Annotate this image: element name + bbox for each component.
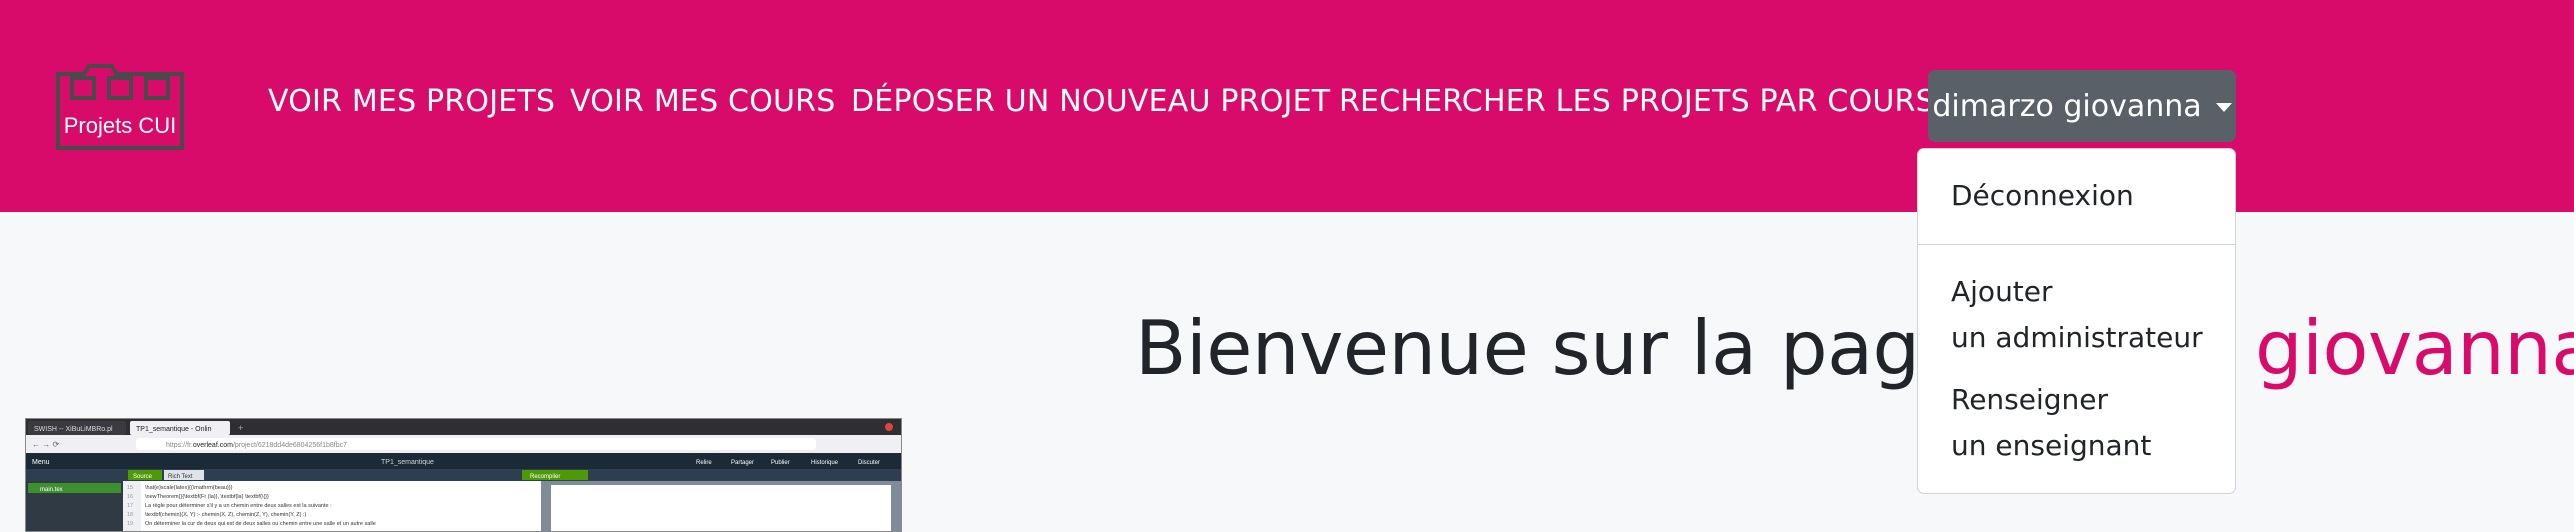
add-teacher-label-line2: un enseignant xyxy=(1951,429,2152,462)
window-close-icon xyxy=(885,423,893,431)
add-admin-label-line1: Ajouter xyxy=(1951,275,2053,308)
line-number: 15 xyxy=(127,485,133,491)
url-prefix: https://fr. xyxy=(166,442,193,449)
add-admin-menu-item[interactable]: Ajouter un administrateur xyxy=(1951,269,2203,361)
line-number: 16 xyxy=(127,494,133,500)
code-line: On déterminer la cur de deux qui est de … xyxy=(145,521,376,527)
overleaf-menu: Menu xyxy=(32,459,50,466)
toolbar-historique: Historique xyxy=(811,460,839,466)
nav-link-deposer-nouveau-projet[interactable]: DÉPOSER UN NOUVEAU PROJET xyxy=(851,84,1330,119)
svg-text:https://fr.overleaf.com/projec: https://fr.overleaf.com/project/6218dd4d… xyxy=(166,442,347,449)
user-menu-button[interactable]: dimarzo giovanna xyxy=(1928,70,2236,142)
add-teacher-label-line1: Renseigner xyxy=(1951,383,2109,416)
welcome-user-name: giovanna xyxy=(2255,304,2574,392)
browser-tab-overleaf: TP1_semantique - Onlin xyxy=(136,426,212,433)
browser-nav-arrows-icon: ← → ⟳ xyxy=(32,440,59,449)
dropdown-divider xyxy=(1918,244,2235,245)
line-number: 17 xyxy=(127,503,133,509)
overleaf-doc-title: TP1_semantique xyxy=(381,459,434,466)
nav-link-voir-mes-projets[interactable]: VOIR MES PROJETS xyxy=(268,84,555,119)
caret-down-icon xyxy=(2215,102,2232,112)
logout-menu-item[interactable]: Déconnexion xyxy=(1951,173,2134,219)
add-admin-label-line2: un administrateur xyxy=(1951,321,2203,354)
code-line: \textbf{chemin}(X, Y) :- chemin(X, Z), c… xyxy=(145,512,307,518)
toolbar-publier: Publier xyxy=(771,460,790,466)
file-main-tex: main.tex xyxy=(40,487,63,493)
rich-text-tab: Rich Text xyxy=(168,474,193,480)
line-number: 18 xyxy=(127,512,133,518)
logout-label: Déconnexion xyxy=(1951,179,2134,212)
add-teacher-menu-item[interactable]: Renseigner un enseignant xyxy=(1951,377,2151,469)
nav-link-voir-mes-cours[interactable]: VOIR MES COURS xyxy=(570,84,835,119)
code-line: \newTheorem{}{\textbf{Fr (la)}, \textbf{… xyxy=(145,494,269,500)
toolbar-discuter: Discuter xyxy=(858,460,880,466)
projets-cui-logo[interactable]: Projets CUI xyxy=(50,62,190,152)
recompile-button: Recompiler xyxy=(530,474,560,480)
source-tab: Source xyxy=(133,474,153,480)
code-line: \hat{e}scale{latex}{(\mathrm{beau})} xyxy=(145,485,233,491)
code-line: La règle pour déterminer s'il y a un che… xyxy=(145,503,332,509)
url-path: /project/6218dd4de6804256f1b8fbc7 xyxy=(233,442,347,449)
browser-tab-swish: SWISH -- XiBuLiMBRo.pl xyxy=(34,426,113,433)
toolbar-partager: Partager xyxy=(731,460,754,466)
user-dropdown-menu: Déconnexion Ajouter un administrateur Re… xyxy=(1917,148,2236,494)
project-screenshot-image: SWISH -- XiBuLiMBRo.pl TP1_semantique - … xyxy=(25,418,902,532)
user-menu-label: dimarzo giovanna xyxy=(1932,88,2202,124)
url-domain: overleaf.com xyxy=(193,442,233,449)
new-tab-icon: + xyxy=(238,423,243,433)
nav-link-rechercher-projets[interactable]: RECHERCHER LES PROJETS PAR COURS xyxy=(1339,84,1935,119)
line-number: 19 xyxy=(127,521,133,527)
toolbar-relire: Relire xyxy=(696,460,712,466)
logo-text: Projets CUI xyxy=(64,113,176,138)
